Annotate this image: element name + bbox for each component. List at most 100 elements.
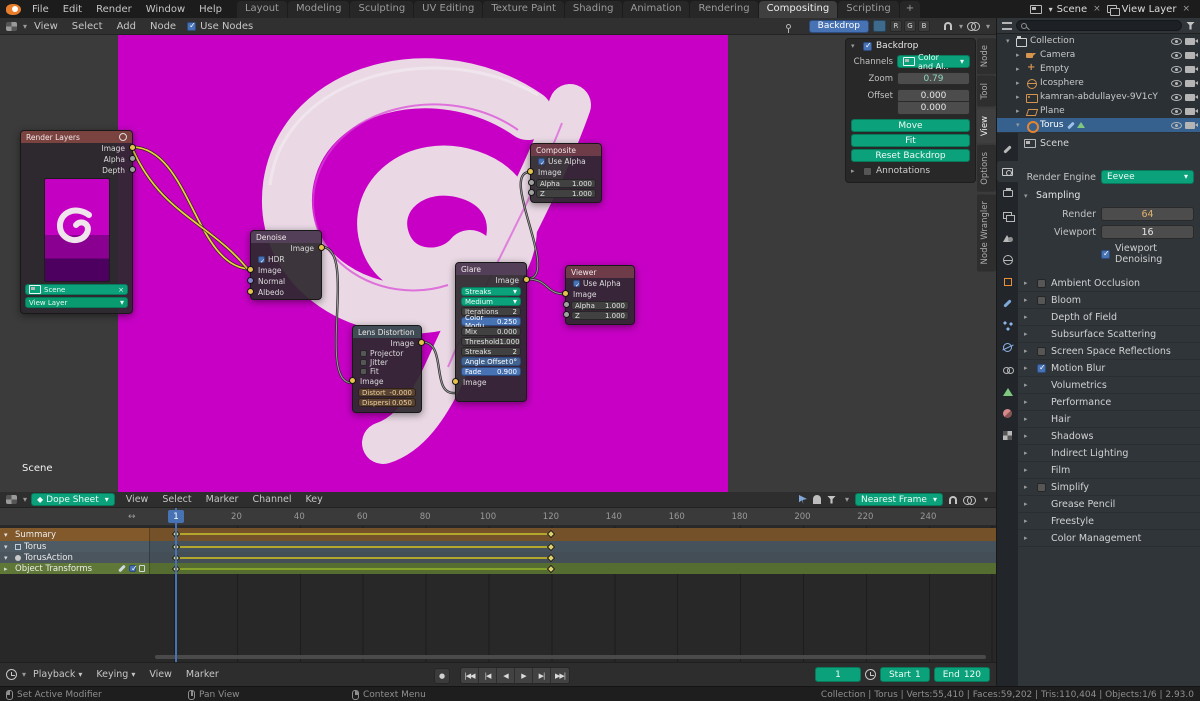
channel-letter-button[interactable]: G bbox=[903, 20, 916, 32]
filter-icon[interactable] bbox=[1186, 21, 1195, 30]
expand-arrow[interactable]: ▸ bbox=[1016, 107, 1023, 115]
hide-in-viewport-icon[interactable] bbox=[1171, 65, 1182, 73]
sidebar-tab[interactable]: View bbox=[977, 108, 996, 143]
editor-type-arrow[interactable] bbox=[20, 494, 27, 505]
workspace-tab[interactable]: Layout bbox=[236, 1, 287, 18]
outliner-row[interactable]: ▾ Collection bbox=[997, 34, 1200, 48]
expand-arrow[interactable]: ▸ bbox=[1024, 381, 1032, 389]
sidebar-tab[interactable]: Node bbox=[977, 38, 996, 75]
node-header[interactable]: Render Layers bbox=[21, 131, 132, 143]
object-name[interactable]: Camera bbox=[1040, 50, 1075, 60]
snap-magnet-icon[interactable] bbox=[943, 22, 952, 30]
editor-type-dropdown-arrow[interactable] bbox=[20, 21, 27, 32]
overlap-dropdown-arrow[interactable] bbox=[983, 21, 990, 32]
expand-arrow[interactable]: ▾ bbox=[1016, 121, 1023, 129]
node-option-row[interactable]: Jitter bbox=[353, 358, 421, 367]
show-hidden-icon[interactable] bbox=[813, 495, 821, 504]
tab-physics[interactable] bbox=[997, 337, 1018, 358]
keying-menu[interactable]: Keying bbox=[89, 663, 142, 686]
properties-section-row[interactable]: ▸ Film bbox=[1018, 462, 1200, 479]
editor-type-icon[interactable] bbox=[6, 21, 17, 31]
node-header[interactable]: Denoise bbox=[251, 231, 321, 243]
object-name[interactable]: kamran-abdullayev-9V1cY bbox=[1040, 92, 1158, 102]
expand-arrow[interactable]: ▸ bbox=[1024, 330, 1032, 338]
hide-in-viewport-icon[interactable] bbox=[1171, 79, 1182, 87]
workspace-tab[interactable]: Texture Paint bbox=[483, 1, 564, 18]
properties-section-row[interactable]: ▸ Ambient Occlusion bbox=[1018, 275, 1200, 292]
snap-dropdown[interactable]: Nearest Frame bbox=[855, 493, 943, 506]
section-checkbox[interactable] bbox=[1037, 295, 1046, 305]
input-socket[interactable] bbox=[247, 288, 254, 295]
tab-scene[interactable] bbox=[997, 227, 1018, 248]
topbar-menu[interactable]: File bbox=[25, 0, 56, 18]
option-checkbox[interactable] bbox=[360, 368, 367, 375]
backdrop-checkbox[interactable] bbox=[863, 41, 872, 51]
node-output-row[interactable]: Depth bbox=[21, 165, 136, 176]
node-lens-distortion[interactable]: Lens Distortion Image Projector Jitter F… bbox=[349, 325, 425, 413]
reset-backdrop-button[interactable]: Reset Backdrop bbox=[851, 149, 970, 162]
current-frame-field[interactable]: 1 bbox=[814, 667, 861, 682]
expand-arrow[interactable]: ▸ bbox=[1024, 483, 1032, 491]
input-socket[interactable] bbox=[563, 311, 570, 318]
channels-dropdown[interactable]: Color and Al.. bbox=[897, 53, 970, 71]
channel-resize-handle[interactable]: ↔ bbox=[128, 508, 136, 526]
view-layer-dropdown-arrow[interactable] bbox=[117, 298, 124, 307]
expand-arrow[interactable]: ▸ bbox=[1016, 93, 1023, 101]
outliner-row[interactable]: ▸ kamran-abdullayev-9V1cY bbox=[997, 90, 1200, 104]
input-socket[interactable] bbox=[452, 378, 459, 385]
properties-section-row[interactable]: ▸ Freestyle bbox=[1018, 513, 1200, 530]
node-header[interactable]: Viewer bbox=[566, 266, 634, 278]
filter-icon[interactable] bbox=[827, 495, 836, 504]
output-socket[interactable] bbox=[523, 276, 530, 283]
node-denoise[interactable]: Denoise Image HDR Image Normal bbox=[247, 230, 325, 300]
playback-button[interactable]: ◀ bbox=[497, 668, 515, 683]
workspace-tab[interactable]: UV Editing bbox=[414, 1, 483, 18]
editor-type-icon[interactable] bbox=[6, 669, 17, 680]
snap-dropdown-arrow[interactable] bbox=[956, 21, 963, 32]
expand-arrow[interactable]: ▸ bbox=[1024, 415, 1032, 423]
hide-in-viewport-icon[interactable] bbox=[1171, 93, 1182, 101]
topbar-menu[interactable]: Edit bbox=[56, 0, 89, 18]
input-socket[interactable] bbox=[528, 179, 535, 186]
input-socket[interactable] bbox=[527, 168, 534, 175]
dope-sheet-menu[interactable]: Channel bbox=[245, 492, 298, 507]
scene-select-field[interactable]: Scene × bbox=[25, 284, 128, 295]
expand-arrow[interactable]: ▸ bbox=[1024, 364, 1032, 372]
outliner-row[interactable]: ▸ Icosphere bbox=[997, 76, 1200, 90]
editor-type-icon[interactable] bbox=[1002, 21, 1012, 30]
node-input-row[interactable]: Image bbox=[349, 376, 421, 387]
input-socket[interactable] bbox=[562, 290, 569, 297]
properties-section-row[interactable]: ▸ Shadows bbox=[1018, 428, 1200, 445]
outliner-row[interactable]: ▸ Empty bbox=[997, 62, 1200, 76]
use-preview-range-icon[interactable] bbox=[864, 669, 876, 680]
viewport-denoising-checkbox[interactable] bbox=[1101, 249, 1110, 259]
playback-menu[interactable]: Playback bbox=[26, 663, 89, 686]
expand-arrow[interactable]: ▸ bbox=[1024, 296, 1032, 304]
scene-unlink-icon[interactable]: × bbox=[1091, 4, 1103, 14]
modifiers-icon[interactable] bbox=[118, 564, 126, 573]
samples-render-field[interactable]: 64 bbox=[1101, 207, 1194, 221]
node-value-field[interactable]: Z 1.000 bbox=[528, 189, 596, 198]
workspace-tab[interactable]: Modeling bbox=[287, 1, 350, 18]
object-name[interactable]: Icosphere bbox=[1040, 78, 1084, 88]
node-value-field[interactable]: Mix 0.000 bbox=[461, 327, 521, 336]
properties-section-row[interactable]: ▸ Indirect Lighting bbox=[1018, 445, 1200, 462]
expand-arrow[interactable]: ▸ bbox=[1024, 449, 1032, 457]
collapse-arrow[interactable]: ▾ bbox=[851, 42, 859, 50]
backdrop-panel-header[interactable]: ▾ Backdrop bbox=[846, 39, 975, 53]
dope-sheet-menu[interactable]: Key bbox=[298, 492, 329, 507]
view-layer-field[interactable]: View Layer bbox=[25, 297, 128, 308]
tab-world[interactable] bbox=[997, 249, 1018, 270]
properties-section-row[interactable]: ▸ Bloom bbox=[1018, 292, 1200, 309]
workspace-tab[interactable]: Rendering bbox=[690, 1, 758, 18]
node-output-row[interactable]: Image bbox=[251, 243, 325, 254]
annotations-panel-header[interactable]: ▸ Annotations bbox=[846, 164, 975, 178]
section-checkbox[interactable] bbox=[1037, 363, 1046, 373]
expand-arrow[interactable]: ▸ bbox=[1024, 347, 1032, 355]
node-glare[interactable]: Glare Image Streaks Medium Iterations bbox=[452, 262, 530, 402]
properties-section-row[interactable]: ▸ Volumetrics bbox=[1018, 377, 1200, 394]
properties-section-row[interactable]: ▸ Simplify bbox=[1018, 479, 1200, 496]
tab-modifiers[interactable] bbox=[997, 293, 1018, 314]
properties-section-row[interactable]: ▸ Hair bbox=[1018, 411, 1200, 428]
sidebar-tab[interactable]: Tool bbox=[977, 76, 996, 107]
